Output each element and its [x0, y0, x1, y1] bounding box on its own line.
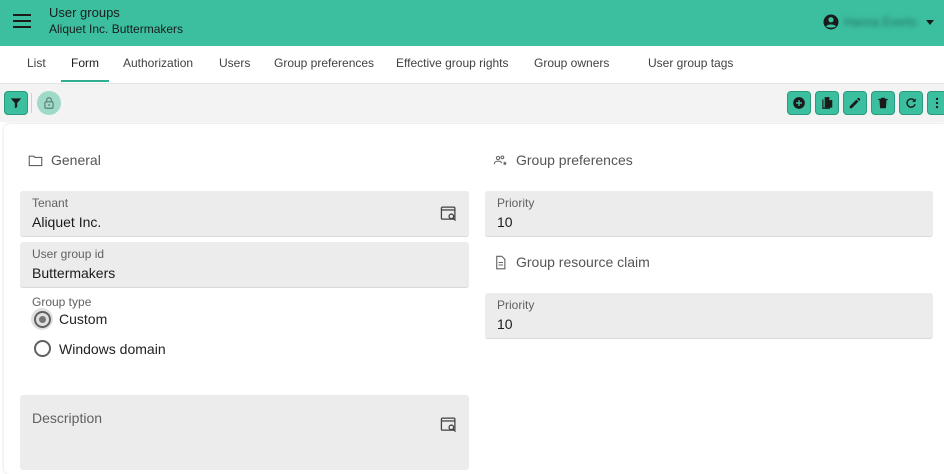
radio-windows-domain[interactable]: Windows domain — [33, 339, 166, 358]
account-circle-icon — [823, 14, 839, 30]
tenant-label: Tenant — [32, 196, 69, 210]
user-group-id-field[interactable]: User group id Buttermakers — [20, 242, 469, 288]
tenant-value: Aliquet Inc. — [32, 214, 102, 230]
copy-icon — [822, 97, 833, 109]
radio-custom[interactable]: Custom — [31, 308, 108, 330]
group-priority-value: 10 — [497, 214, 513, 230]
tab-users[interactable]: Users — [219, 46, 250, 82]
page-title: User groups — [49, 5, 120, 20]
tab-bar: List Form Authorization Users Group pref… — [0, 46, 944, 84]
more-button[interactable] — [927, 91, 944, 115]
group-type-label: Group type — [32, 295, 92, 309]
chevron-down-icon — [926, 19, 934, 25]
tab-user-group-tags[interactable]: User group tags — [648, 46, 733, 82]
hamburger-menu-icon[interactable] — [13, 14, 31, 28]
tab-group-preferences[interactable]: Group preferences — [274, 46, 374, 82]
folder-icon — [28, 155, 43, 166]
section-group-resource-claim: Group resource claim — [493, 254, 650, 270]
radio-windows-domain-label: Windows domain — [59, 340, 166, 357]
tenant-field[interactable]: Tenant Aliquet Inc. — [20, 191, 469, 237]
section-general: General — [28, 152, 101, 168]
resource-claim-priority-label: Priority — [497, 298, 535, 312]
section-group-preferences: Group preferences — [493, 152, 633, 168]
app-header: User groups Aliquet Inc. Buttermakers Ha… — [0, 0, 944, 46]
lock-button[interactable] — [37, 91, 61, 115]
toolbar-divider — [31, 93, 32, 113]
user-group-id-label: User group id — [32, 247, 105, 261]
copy-button[interactable] — [815, 91, 839, 115]
user-group-id-value: Buttermakers — [32, 265, 116, 281]
section-group-preferences-title: Group preferences — [516, 152, 633, 168]
delete-button[interactable] — [871, 91, 895, 115]
refresh-icon — [906, 98, 916, 108]
add-button[interactable] — [787, 91, 811, 115]
resource-claim-priority-field[interactable]: Priority 10 — [485, 293, 933, 339]
lookup-search-icon[interactable] — [440, 416, 457, 433]
radio-custom-label: Custom — [59, 311, 108, 327]
filter-icon — [10, 98, 22, 109]
user-name: Hanna Everts — [844, 15, 917, 29]
section-general-title: General — [51, 152, 101, 168]
lock-icon — [44, 97, 54, 109]
resource-claim-priority-value: 10 — [497, 316, 513, 332]
group-preferences-icon — [493, 154, 507, 165]
tab-authorization[interactable]: Authorization — [123, 46, 193, 82]
add-icon — [793, 97, 805, 109]
tab-list[interactable]: List — [27, 46, 46, 82]
page-subtitle: Aliquet Inc. Buttermakers — [49, 22, 184, 36]
description-label: Description — [32, 410, 103, 426]
more-vert-icon — [935, 97, 939, 109]
user-menu[interactable]: Hanna Everts — [822, 12, 934, 32]
group-priority-label: Priority — [497, 196, 535, 210]
radio-checked-icon — [33, 310, 51, 328]
delete-icon — [878, 97, 888, 109]
document-icon — [496, 255, 506, 269]
tab-group-owners[interactable]: Group owners — [534, 46, 609, 82]
tab-effective-group-rights[interactable]: Effective group rights — [396, 46, 509, 82]
tab-form[interactable]: Form — [61, 46, 109, 82]
section-group-resource-claim-title: Group resource claim — [516, 254, 650, 270]
edit-button[interactable] — [843, 91, 867, 115]
filter-button[interactable] — [4, 91, 28, 115]
radio-unchecked-icon — [34, 340, 51, 357]
group-priority-field[interactable]: Priority 10 — [485, 191, 933, 237]
edit-icon — [849, 97, 861, 109]
description-field[interactable]: Description — [20, 395, 469, 470]
lookup-search-icon[interactable] — [440, 205, 457, 222]
refresh-button[interactable] — [899, 91, 923, 115]
